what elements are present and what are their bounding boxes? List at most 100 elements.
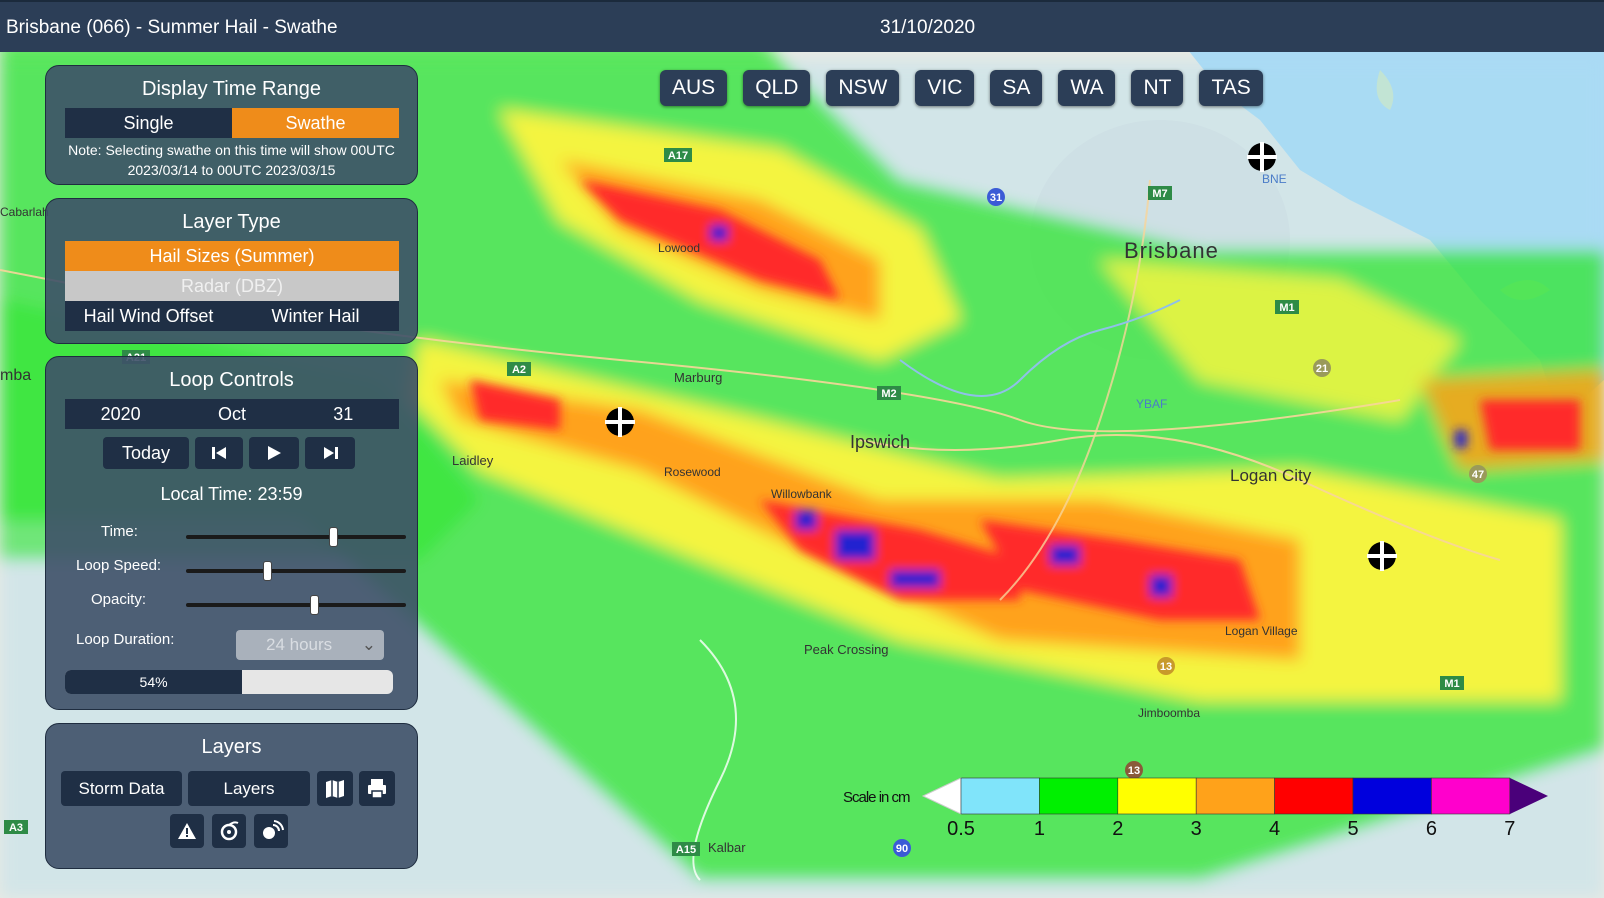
place-cabarlah: Cabarlah [0,205,49,219]
road-label-31: 31 [990,192,1002,204]
legend-swatch [1431,777,1511,815]
loop-speed-label: Loop Speed: [76,557,162,574]
single-button[interactable]: Single [65,108,232,138]
panel-title: Layer Type [182,211,281,233]
legend-tick: 6 [1426,818,1437,837]
date-selector: 2020 Oct 31 [65,399,399,429]
layer-type-panel: Layer Type Hail Sizes (Summer) Radar (DB… [45,198,418,344]
road-label-a15: A15 [676,844,696,856]
swathe-button[interactable]: Swathe [232,108,399,138]
step-forward-button[interactable] [305,437,355,469]
region-button-qld[interactable]: QLD [743,70,811,106]
display-time-range-panel: Display Time Range Single Swathe Note: S… [45,65,418,185]
header-bar: Brisbane (066) - Summer Hail - Swathe 31… [0,0,1604,52]
region-button-wa[interactable]: WA [1058,70,1116,106]
legend-ticks: 0.5 1 2 3 4 5 6 7 [947,818,1515,840]
legend-tick: 5 [1347,818,1358,837]
legend-tick: 7 [1504,818,1515,837]
road-label-m2: M2 [881,388,896,400]
road-label-13: 13 [1160,661,1172,673]
place-laidley: Laidley [452,453,494,468]
swathe-note: Note: Selecting swathe on this time will… [54,140,409,180]
road-label-a2: A2 [512,364,526,376]
year-field[interactable]: 2020 [65,399,176,429]
slider-thumb[interactable] [309,595,319,615]
legend-swatches [960,777,1511,815]
legend-scale: Scale in cm 0.5 1 2 3 4 5 6 7 [843,777,1548,840]
play-button[interactable] [249,437,299,469]
loop-duration-label: Loop Duration: [76,631,175,648]
chevron-down-icon: ⌄ [361,635,376,654]
place-peak-crossing: Peak Crossing [804,642,889,657]
map-view-button[interactable] [317,771,353,806]
place-kalbar: Kalbar [708,840,746,855]
legend-swatch [960,777,1040,815]
storm-tracks-button[interactable] [212,814,246,848]
today-button[interactable]: Today [103,437,189,469]
legend-arrow-right [1510,778,1548,814]
print-button[interactable] [359,771,395,806]
place-bne: BNE [1262,172,1287,186]
legend-tick: 3 [1191,818,1202,837]
page-title: Brisbane (066) - Summer Hail - Swathe [6,17,338,38]
legend-tick: 1 [1034,818,1045,837]
panel-title: Display Time Range [142,78,321,100]
storm-data-button[interactable]: Storm Data [61,771,182,806]
loop-duration-select[interactable]: 24 hours ⌄ [236,630,384,660]
time-slider[interactable] [186,527,406,547]
road-label-a17: A17 [668,150,688,162]
region-button-vic[interactable]: VIC [915,70,975,106]
place-logan-village: Logan Village [1225,624,1298,638]
local-time: Local Time: 23:59 [160,484,303,504]
header-date: 31/10/2020 [880,17,976,38]
opacity-slider[interactable] [186,595,406,615]
opacity-label: Opacity: [91,591,147,608]
loop-duration-value: 24 hours [266,635,333,654]
step-back-button[interactable] [195,437,243,469]
legend-arrow-left [921,777,962,815]
place-brisbane: Brisbane [1124,238,1219,263]
cyclone-icon [220,821,239,841]
winter-hail-button[interactable]: Winter Hail [232,301,399,331]
place-lowood: Lowood [658,241,700,255]
legend-tick: 2 [1112,818,1123,837]
loading-progress-bar: 54% [65,670,393,694]
place-logan-city: Logan City [1230,466,1312,485]
region-button-tas[interactable]: TAS [1199,70,1263,106]
legend-swatch [1195,777,1275,815]
road-label-m1: M1 [1279,302,1294,314]
region-button-nsw[interactable]: NSW [826,70,900,106]
slider-thumb[interactable] [263,561,273,581]
layer-type-secondary: Hail Wind Offset Winter Hail [65,301,399,331]
radar-dbz-button[interactable]: Radar (DBZ) [65,271,399,301]
loop-controls-panel: Loop Controls 2020 Oct 31 Today Local Ti… [45,356,418,710]
loop-speed-slider[interactable] [186,561,406,581]
legend-swatch [1352,777,1432,815]
legend-tick: 4 [1269,818,1280,837]
place-ybaf: YBAF [1136,397,1167,411]
radar-sites-button[interactable] [254,814,288,848]
legend-label: Scale in cm [843,789,910,806]
place-ipswich: Ipswich [850,432,910,452]
region-button-nt[interactable]: NT [1131,70,1184,106]
hail-sizes-summer-button[interactable]: Hail Sizes (Summer) [65,241,399,271]
road-label-21: 21 [1316,363,1328,375]
region-button-sa[interactable]: SA [990,70,1043,106]
panel-title: Loop Controls [169,369,294,391]
road-label-m1: M1 [1444,678,1459,690]
day-field[interactable]: 31 [288,399,399,429]
warning-icon [178,823,196,839]
month-field[interactable]: Oct [176,399,287,429]
slider-thumb[interactable] [329,527,339,547]
layers-button[interactable]: Layers [188,771,310,806]
legend-swatch [1274,777,1354,815]
panel-title: Layers [201,736,262,758]
road-label-a3: A3 [9,822,23,834]
road-label-47: 47 [1472,469,1484,481]
play-icon [268,446,281,460]
hail-wind-offset-button[interactable]: Hail Wind Offset [65,301,232,331]
region-button-aus[interactable]: AUS [660,70,728,106]
road-label-90: 90 [896,843,908,855]
warnings-button[interactable] [170,814,204,848]
printer-icon [368,779,386,799]
